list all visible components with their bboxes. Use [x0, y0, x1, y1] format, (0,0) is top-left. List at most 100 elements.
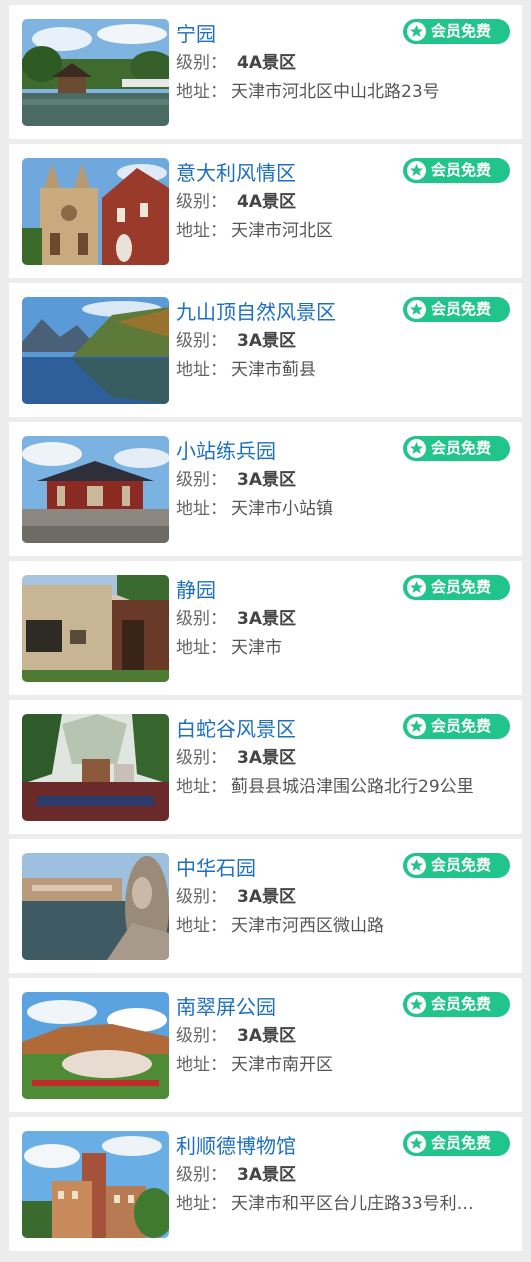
level-label: 级别：	[176, 609, 227, 629]
address-row: 地址： 天津市小站镇	[176, 495, 512, 524]
level-value: 3A景区	[237, 609, 296, 629]
member-free-badge: 会员免费	[403, 714, 510, 739]
level-row: 级别： 3A景区	[176, 744, 512, 773]
valley-village-photo[interactable]	[22, 714, 169, 821]
badge-label: 会员免费	[431, 1134, 492, 1152]
level-value: 3A景区	[237, 748, 296, 768]
level-row: 级别： 3A景区	[176, 1022, 512, 1051]
member-free-badge: 会员免费	[403, 853, 510, 878]
list-item[interactable]: 意大利风情区 级别： 4A景区 地址： 天津市河北区 会员免费	[9, 144, 522, 283]
address-value: 天津市	[231, 638, 282, 658]
level-value: 3A景区	[237, 470, 296, 490]
member-free-badge: 会员免费	[403, 1131, 510, 1156]
member-free-badge: 会员免费	[403, 436, 510, 461]
list-item[interactable]: 南翠屏公园 级别： 3A景区 地址： 天津市南开区 会员免费	[9, 978, 522, 1117]
museum-building-photo[interactable]	[22, 1131, 169, 1238]
level-value: 3A景区	[237, 1165, 296, 1185]
address-value: 蓟县县城沿津围公路北行29公里	[231, 777, 474, 797]
level-label: 级别：	[176, 331, 227, 351]
badge-label: 会员免费	[431, 717, 492, 735]
star-icon	[407, 717, 426, 736]
list-item[interactable]: 宁园 级别： 4A景区 地址： 天津市河北区中山北路23号 会员免费	[9, 5, 522, 144]
address-label: 地址：	[176, 1194, 227, 1214]
stone-garden-photo[interactable]	[22, 853, 169, 960]
address-row: 地址： 天津市	[176, 634, 512, 663]
level-value: 3A景区	[237, 887, 296, 907]
address-label: 地址：	[176, 638, 227, 658]
badge-label: 会员免费	[431, 856, 492, 874]
address-value: 天津市蓟县	[231, 360, 316, 380]
address-row: 地址： 蓟县县城沿津围公路北行29公里	[176, 773, 512, 802]
level-row: 级别： 3A景区	[176, 883, 512, 912]
level-label: 级别：	[176, 748, 227, 768]
mountain-lake-photo[interactable]	[22, 297, 169, 404]
level-row: 级别： 3A景区	[176, 605, 512, 634]
address-value: 天津市小站镇	[231, 499, 333, 519]
level-value: 3A景区	[237, 1026, 296, 1046]
level-value: 4A景区	[237, 192, 296, 212]
garden-pavilion-photo[interactable]	[22, 19, 169, 126]
list-item[interactable]: 白蛇谷风景区 级别： 3A景区 地址： 蓟县县城沿津围公路北行29公里 会员免费	[9, 700, 522, 839]
scenic-list: 宁园 级别： 4A景区 地址： 天津市河北区中山北路23号 会员免费 意大利风情…	[9, 0, 522, 1256]
level-row: 级别： 4A景区	[176, 49, 512, 78]
member-free-badge: 会员免费	[403, 575, 510, 600]
badge-label: 会员免费	[431, 578, 492, 596]
italian-church-photo[interactable]	[22, 158, 169, 265]
level-label: 级别：	[176, 887, 227, 907]
star-icon	[407, 22, 426, 41]
park-rock-photo[interactable]	[22, 992, 169, 1099]
badge-label: 会员免费	[431, 22, 492, 40]
star-icon	[407, 161, 426, 180]
address-row: 地址： 天津市蓟县	[176, 356, 512, 385]
address-value: 天津市南开区	[231, 1055, 333, 1075]
badge-label: 会员免费	[431, 995, 492, 1013]
list-item[interactable]: 利顺德博物馆 级别： 3A景区 地址： 天津市和平区台儿庄路33号利… 会员免费	[9, 1117, 522, 1256]
level-row: 级别： 3A景区	[176, 466, 512, 495]
level-value: 4A景区	[237, 53, 296, 73]
star-icon	[407, 1134, 426, 1153]
address-row: 地址： 天津市和平区台儿庄路33号利…	[176, 1190, 512, 1219]
star-icon	[407, 856, 426, 875]
list-item[interactable]: 九山顶自然风景区 级别： 3A景区 地址： 天津市蓟县 会员免费	[9, 283, 522, 422]
list-item[interactable]: 静园 级别： 3A景区 地址： 天津市 会员免费	[9, 561, 522, 700]
star-icon	[407, 578, 426, 597]
badge-label: 会员免费	[431, 439, 492, 457]
level-label: 级别：	[176, 1165, 227, 1185]
member-free-badge: 会员免费	[403, 158, 510, 183]
address-label: 地址：	[176, 1055, 227, 1075]
address-row: 地址： 天津市河北区中山北路23号	[176, 78, 512, 107]
address-value: 天津市河西区微山路	[231, 916, 384, 936]
address-label: 地址：	[176, 82, 227, 102]
level-label: 级别：	[176, 192, 227, 212]
star-icon	[407, 995, 426, 1014]
level-label: 级别：	[176, 53, 227, 73]
address-row: 地址： 天津市河西区微山路	[176, 912, 512, 941]
badge-label: 会员免费	[431, 161, 492, 179]
level-label: 级别：	[176, 1026, 227, 1046]
list-item[interactable]: 中华石园 级别： 3A景区 地址： 天津市河西区微山路 会员免费	[9, 839, 522, 978]
member-free-badge: 会员免费	[403, 992, 510, 1017]
address-value: 天津市河北区中山北路23号	[231, 82, 440, 102]
list-item[interactable]: 小站练兵园 级别： 3A景区 地址： 天津市小站镇 会员免费	[9, 422, 522, 561]
level-value: 3A景区	[237, 331, 296, 351]
address-label: 地址：	[176, 916, 227, 936]
address-label: 地址：	[176, 499, 227, 519]
level-row: 级别： 4A景区	[176, 188, 512, 217]
level-row: 级别： 3A景区	[176, 327, 512, 356]
member-free-badge: 会员免费	[403, 297, 510, 322]
address-label: 地址：	[176, 360, 227, 380]
member-free-badge: 会员免费	[403, 19, 510, 44]
address-value: 天津市河北区	[231, 221, 333, 241]
badge-label: 会员免费	[431, 300, 492, 318]
level-label: 级别：	[176, 470, 227, 490]
address-label: 地址：	[176, 221, 227, 241]
star-icon	[407, 300, 426, 319]
address-row: 地址： 天津市河北区	[176, 217, 512, 246]
level-row: 级别： 3A景区	[176, 1161, 512, 1190]
courtyard-gate-photo[interactable]	[22, 575, 169, 682]
star-icon	[407, 439, 426, 458]
address-row: 地址： 天津市南开区	[176, 1051, 512, 1080]
address-label: 地址：	[176, 777, 227, 797]
address-value: 天津市和平区台儿庄路33号利…	[231, 1194, 474, 1214]
chinese-hall-photo[interactable]	[22, 436, 169, 543]
